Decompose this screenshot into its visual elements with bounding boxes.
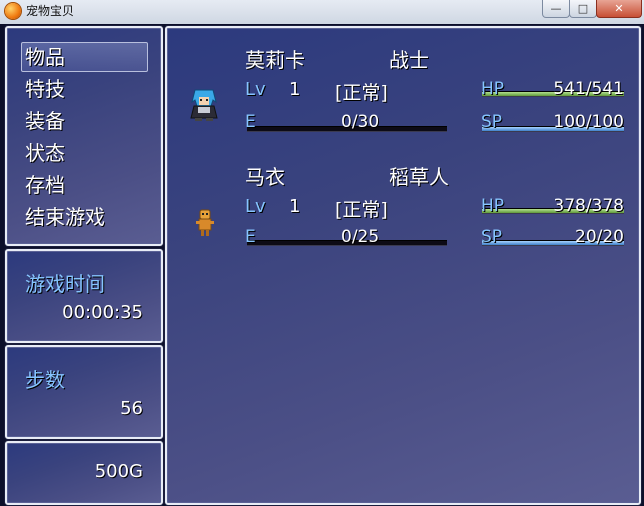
close-icon: ✕ [614, 2, 624, 15]
steps-window: 步数 56 [5, 345, 163, 439]
level-label: Lv [245, 196, 266, 217]
steps-value: 56 [120, 398, 143, 419]
member-name: 莫莉卡 [245, 48, 305, 72]
app-icon [5, 3, 21, 19]
party-status-window: 莫莉卡 战士 Lv 1 [正常] E 0/30 HP 541/541 SP 10… [165, 26, 641, 505]
blue-haired-warrior-sprite [190, 89, 218, 121]
minimize-icon: — [550, 2, 562, 15]
window-title: 宠物宝贝 [26, 4, 75, 18]
sp-label: SP [481, 112, 503, 132]
menu-item-skills[interactable]: 特技 [25, 74, 65, 104]
menu-item-end-game[interactable]: 结束游戏 [25, 202, 105, 232]
window-titlebar: 宠物宝贝 — □ ✕ [0, 0, 644, 25]
level-value: 1 [289, 196, 301, 217]
gold-value: 500G [94, 461, 143, 482]
member-class: 稻草人 [389, 165, 449, 189]
menu-item-equip[interactable]: 装备 [25, 106, 65, 136]
member-class: 战士 [389, 48, 429, 72]
level-value: 1 [289, 79, 301, 100]
menu-item-save[interactable]: 存档 [25, 170, 65, 200]
playtime-label: 游戏时间 [25, 272, 105, 296]
maximize-button[interactable]: □ [569, 0, 597, 18]
exp-label: E [245, 112, 256, 132]
playtime-window: 游戏时间 00:00:35 [5, 249, 163, 343]
member-name: 马衣 [245, 165, 285, 189]
scarecrow-sprite [196, 209, 214, 236]
state-text: [正常] [335, 82, 388, 104]
game-screen: 物品 特技 装备 状态 存档 结束游戏 游戏时间 00:00:35 步数 56 … [0, 24, 644, 506]
hp-label: HP [481, 79, 505, 99]
gold-window: 500G [5, 441, 163, 505]
hp-value: 541/541 [553, 79, 624, 99]
exp-value: 0/30 [341, 112, 380, 132]
maximize-icon: □ [577, 2, 589, 15]
level-label: Lv [245, 79, 266, 100]
state-text: [正常] [335, 199, 388, 221]
exp-label: E [245, 227, 256, 247]
menu-item-items[interactable]: 物品 [25, 42, 65, 72]
steps-label: 步数 [25, 368, 65, 392]
minimize-button[interactable]: — [542, 0, 570, 18]
sp-value: 100/100 [553, 112, 624, 132]
hp-value: 378/378 [553, 196, 624, 216]
command-menu-window: 物品 特技 装备 状态 存档 结束游戏 [5, 26, 163, 246]
menu-item-status[interactable]: 状态 [25, 138, 65, 168]
close-button[interactable]: ✕ [596, 0, 642, 18]
hp-label: HP [481, 196, 505, 216]
sp-label: SP [481, 227, 503, 247]
playtime-value: 00:00:35 [62, 302, 143, 323]
exp-value: 0/25 [341, 227, 380, 247]
sp-value: 20/20 [575, 227, 624, 247]
